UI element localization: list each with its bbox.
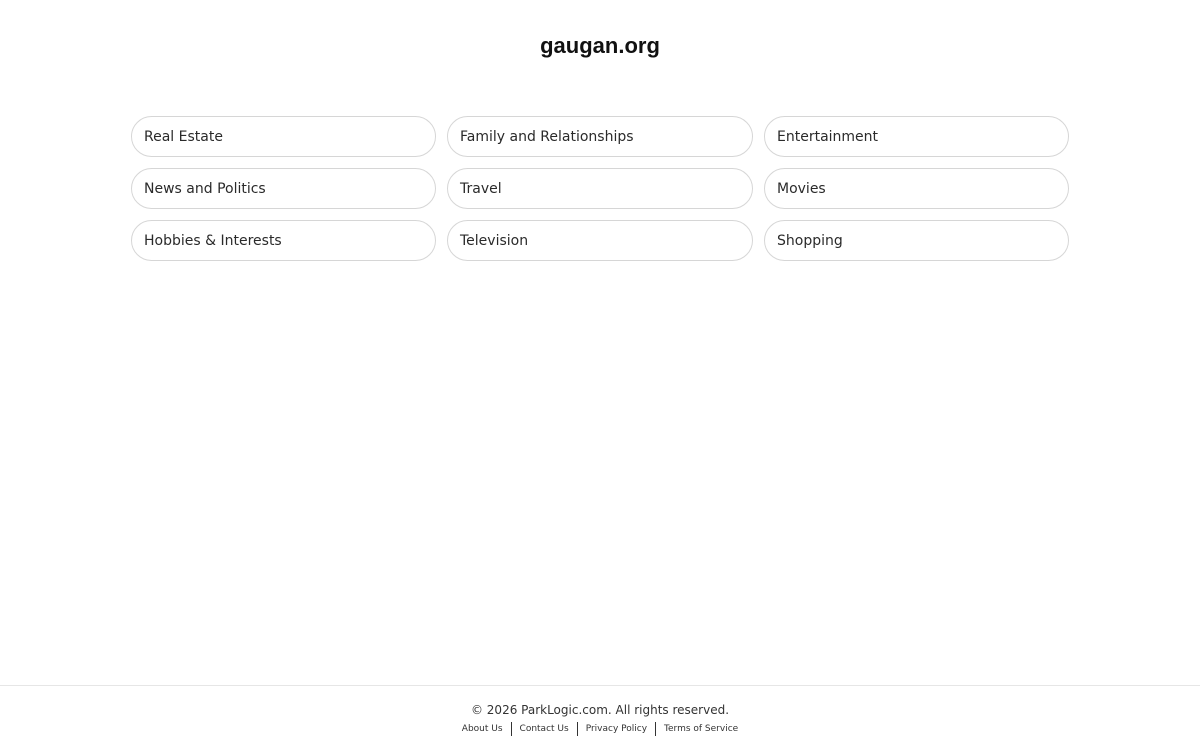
site-title: gaugan.org <box>540 33 660 58</box>
terms-of-service-link[interactable]: Terms of Service <box>656 722 746 736</box>
category-link-shopping[interactable]: Shopping <box>764 220 1069 261</box>
category-link-travel[interactable]: Travel <box>447 168 753 209</box>
category-label: Real Estate <box>144 128 223 145</box>
category-label: News and Politics <box>144 180 266 197</box>
about-us-link[interactable]: About Us <box>454 722 511 736</box>
category-grid: Real Estate Family and Relationships Ent… <box>131 116 1069 261</box>
footer: © 2026 ParkLogic.com. All rights reserve… <box>0 685 1200 750</box>
category-label: Family and Relationships <box>460 128 634 145</box>
category-link-television[interactable]: Television <box>447 220 753 261</box>
category-link-movies[interactable]: Movies <box>764 168 1069 209</box>
category-label: Movies <box>777 180 826 197</box>
contact-us-link[interactable]: Contact Us <box>512 722 577 736</box>
category-link-real-estate[interactable]: Real Estate <box>131 116 436 157</box>
copyright-text: © 2026 ParkLogic.com. All rights reserve… <box>470 703 730 717</box>
category-label: Shopping <box>777 232 843 249</box>
category-link-hobbies-and-interests[interactable]: Hobbies & Interests <box>131 220 436 261</box>
category-label: Entertainment <box>777 128 879 145</box>
category-label: Travel <box>460 180 502 197</box>
category-label: Television <box>460 232 529 249</box>
category-link-entertainment[interactable]: Entertainment <box>764 116 1069 157</box>
privacy-policy-link[interactable]: Privacy Policy <box>578 722 655 736</box>
footer-links: About Us Contact Us Privacy Policy Terms… <box>0 722 1200 736</box>
page: gaugan.org Real Estate Family and Relati… <box>0 0 1200 750</box>
category-link-news-and-politics[interactable]: News and Politics <box>131 168 436 209</box>
category-label: Hobbies & Interests <box>144 232 282 249</box>
category-link-family-and-relationships[interactable]: Family and Relationships <box>447 116 753 157</box>
